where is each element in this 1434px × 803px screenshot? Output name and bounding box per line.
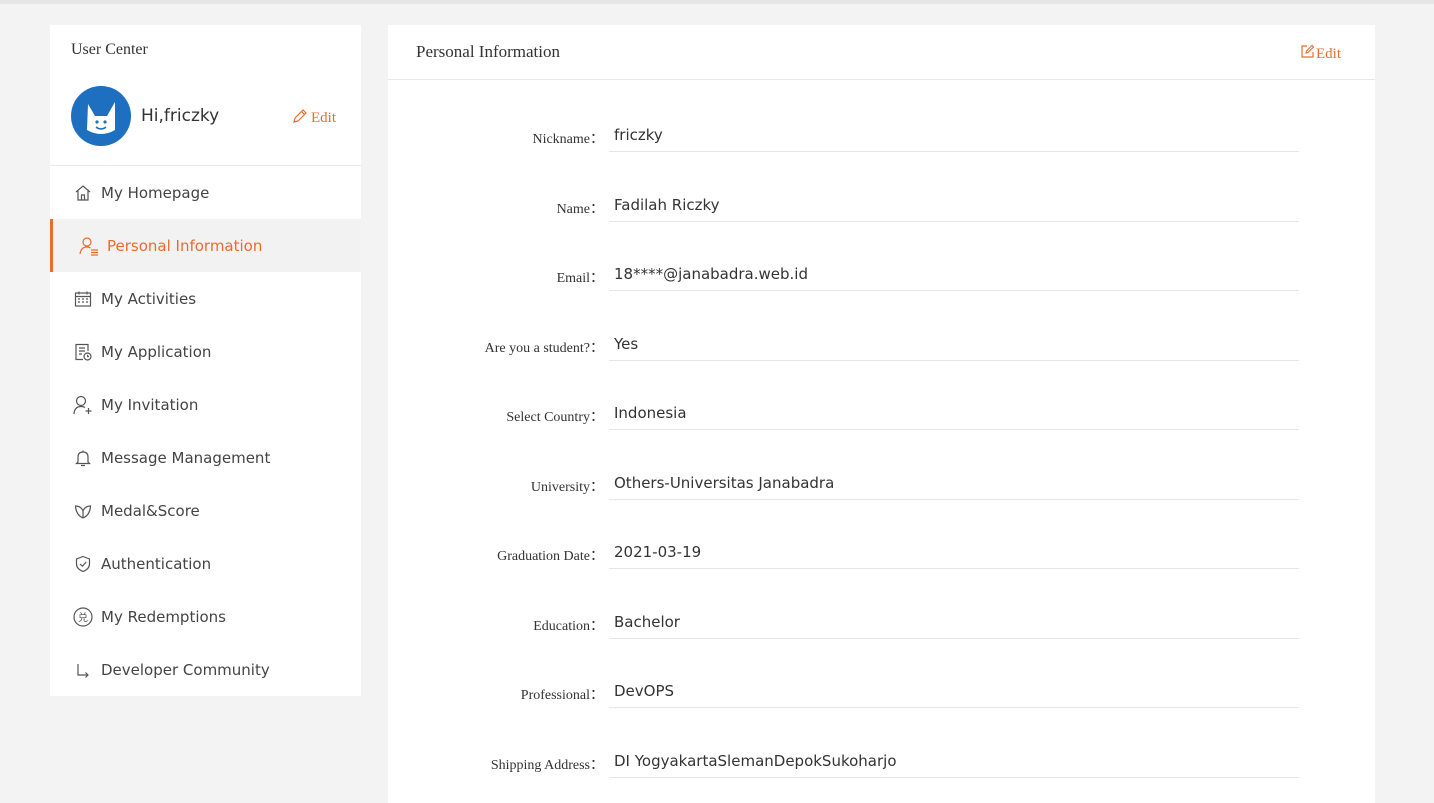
email-label: Email： bbox=[556, 271, 604, 286]
home-icon bbox=[72, 182, 94, 204]
sidebar-item-label: My Application bbox=[101, 342, 212, 361]
country-value: Indonesia bbox=[609, 378, 1299, 430]
field-row-shipping-address: Shipping Address： DI YogyakartaSlemanDep… bbox=[388, 726, 1375, 796]
user-greeting: Hi,friczky bbox=[141, 106, 220, 126]
bell-icon bbox=[72, 447, 94, 469]
personal-info-form: Nickname： friczky Name： Fadilah Riczky E… bbox=[388, 100, 1375, 795]
sidebar-item-label: My Homepage bbox=[101, 183, 210, 202]
page-title: Personal Information bbox=[416, 42, 560, 61]
user-center-title: User Center bbox=[71, 41, 148, 58]
shipping-address-label: Shipping Address： bbox=[490, 757, 604, 773]
corner-arrow-icon bbox=[72, 659, 94, 681]
sidebar-item-my-application[interactable]: My Application bbox=[50, 325, 361, 378]
edit-square-icon bbox=[1300, 44, 1315, 64]
education-value: Bachelor bbox=[609, 587, 1299, 639]
sidebar-nav: My Homepage Personal Information My Acti… bbox=[50, 166, 361, 696]
field-row-student: Are you a student?： Yes bbox=[388, 309, 1375, 379]
edit-info-button[interactable]: Edit bbox=[1300, 44, 1341, 64]
calendar-icon bbox=[72, 288, 94, 310]
top-bar bbox=[0, 0, 1434, 4]
edit-info-label: Edit bbox=[1316, 45, 1341, 62]
avatar[interactable] bbox=[71, 86, 131, 146]
sidebar-item-medal-score[interactable]: Medal&Score bbox=[50, 484, 361, 537]
professional-label: Professional： bbox=[520, 688, 604, 703]
profile-edit-label: Edit bbox=[311, 110, 336, 126]
field-row-university: University： Others-Universitas Janabadra bbox=[388, 448, 1375, 518]
name-label: Name： bbox=[556, 201, 604, 217]
field-row-education: Education： Bachelor bbox=[388, 587, 1375, 657]
sidebar-item-label: Authentication bbox=[101, 554, 212, 573]
university-value: Others-Universitas Janabadra bbox=[609, 448, 1299, 500]
sidebar-item-my-activities[interactable]: My Activities bbox=[50, 272, 361, 325]
sidebar: User Center Hi,friczky Edit My Homepage bbox=[50, 25, 361, 696]
leaf-icon bbox=[72, 500, 94, 522]
name-value: Fadilah Riczky bbox=[609, 170, 1299, 222]
panel-header: Personal Information Edit bbox=[388, 25, 1375, 80]
svg-text:兑: 兑 bbox=[78, 611, 88, 624]
sidebar-item-personal-information[interactable]: Personal Information bbox=[50, 219, 361, 272]
sidebar-item-label: My Activities bbox=[101, 289, 197, 308]
field-row-name: Name： Fadilah Riczky bbox=[388, 170, 1375, 240]
main-panel: Personal Information Edit Nickname： fric… bbox=[388, 25, 1375, 803]
sidebar-item-authentication[interactable]: Authentication bbox=[50, 537, 361, 590]
field-row-nickname: Nickname： friczky bbox=[388, 100, 1375, 170]
student-value: Yes bbox=[609, 309, 1299, 361]
sidebar-item-label: Message Management bbox=[101, 448, 271, 467]
user-plus-icon bbox=[72, 394, 94, 416]
sidebar-item-label: Developer Community bbox=[101, 660, 270, 679]
sidebar-item-my-invitation[interactable]: My Invitation bbox=[50, 378, 361, 431]
email-value: 18****@janabadra.web.id bbox=[609, 239, 1299, 291]
sidebar-item-my-redemptions[interactable]: 兑 My Redemptions bbox=[50, 590, 361, 643]
university-label: University： bbox=[530, 479, 604, 495]
sidebar-item-label: Medal&Score bbox=[101, 501, 200, 520]
user-list-icon bbox=[78, 235, 100, 257]
shipping-address-value: DI YogyakartaSlemanDepokSukoharjo bbox=[609, 726, 1299, 778]
field-row-graduation-date: Graduation Date： 2021-03-19 bbox=[388, 517, 1375, 587]
pencil-icon bbox=[291, 107, 309, 130]
education-label: Education： bbox=[533, 618, 604, 634]
document-clock-icon bbox=[72, 341, 94, 363]
nickname-label: Nickname： bbox=[532, 132, 604, 147]
student-label: Are you a student?： bbox=[484, 340, 604, 356]
professional-value: DevOPS bbox=[609, 656, 1299, 708]
graduation-date-label: Graduation Date： bbox=[497, 549, 604, 564]
sidebar-item-label: Personal Information bbox=[107, 236, 263, 255]
shield-check-icon bbox=[72, 553, 94, 575]
sidebar-item-my-homepage[interactable]: My Homepage bbox=[50, 166, 361, 219]
field-row-email: Email： 18****@janabadra.web.id bbox=[388, 239, 1375, 309]
field-row-country: Select Country： Indonesia bbox=[388, 378, 1375, 448]
country-label: Select Country： bbox=[506, 410, 604, 425]
sidebar-item-label: My Invitation bbox=[101, 395, 199, 414]
sidebar-item-message-management[interactable]: Message Management bbox=[50, 431, 361, 484]
sidebar-item-label: My Redemptions bbox=[101, 607, 226, 626]
sidebar-item-developer-community[interactable]: Developer Community bbox=[50, 643, 361, 696]
graduation-date-value: 2021-03-19 bbox=[609, 517, 1299, 569]
profile-edit-button[interactable]: Edit bbox=[291, 107, 336, 130]
redeem-coin-icon: 兑 bbox=[72, 606, 94, 628]
field-row-professional: Professional： DevOPS bbox=[388, 656, 1375, 726]
nickname-value: friczky bbox=[609, 100, 1299, 152]
